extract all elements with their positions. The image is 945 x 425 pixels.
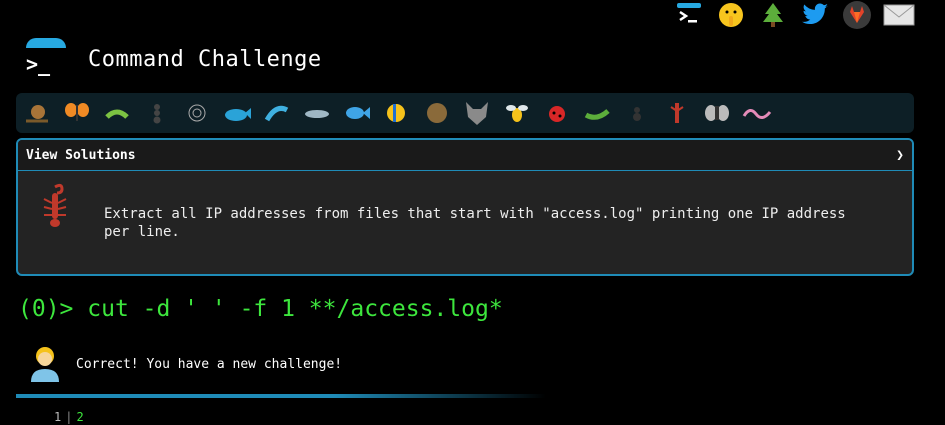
logo-icon[interactable]: >_	[24, 38, 66, 80]
result-message: Correct! You have a new challenge!	[28, 345, 342, 383]
line-number-1[interactable]: 1	[54, 410, 61, 424]
view-solutions-label: View Solutions	[26, 147, 136, 163]
dolphin-grey-icon[interactable]	[302, 98, 332, 128]
person-avatar-icon	[31, 347, 59, 382]
command-text: cut -d ' ' -f 1 **/access.log*	[87, 296, 503, 322]
challenge-bar	[16, 93, 914, 133]
butterfly-icon[interactable]	[62, 98, 92, 128]
pager-separator: |	[65, 410, 73, 424]
caterpillar-icon[interactable]	[582, 98, 612, 128]
chevron-right-icon: ❯	[896, 147, 904, 163]
tree-icon[interactable]	[757, 0, 789, 30]
mail-icon[interactable]	[883, 0, 915, 30]
page-title: Command Challenge	[88, 46, 322, 72]
dolphin-icon[interactable]	[262, 98, 292, 128]
line-number-current[interactable]: 2	[76, 410, 83, 424]
wolf-icon[interactable]	[462, 98, 492, 128]
site-header: >_ Command Challenge	[24, 38, 322, 80]
progress-bar	[16, 394, 546, 398]
worm-icon[interactable]	[742, 98, 772, 128]
twitter-icon[interactable]	[799, 0, 831, 30]
scorpion-icon	[43, 183, 67, 227]
whale-icon[interactable]	[222, 98, 252, 128]
social-links	[673, 0, 915, 30]
spider-icon[interactable]	[622, 98, 652, 128]
bug-icon[interactable]	[102, 98, 132, 128]
line-pager: 1 | 2	[54, 410, 84, 424]
ant-icon[interactable]	[142, 98, 172, 128]
fly-icon[interactable]	[702, 98, 732, 128]
prompt-label: (0)>	[18, 296, 88, 322]
scorpion-icon[interactable]	[662, 98, 692, 128]
gitlab-icon[interactable]	[841, 0, 873, 30]
view-solutions-toggle[interactable]: View Solutions ❯	[18, 140, 912, 171]
challenge-panel: View Solutions ❯ Extract all IP addresse…	[16, 138, 914, 276]
result-text: Correct! You have a new challenge!	[76, 356, 343, 372]
blowfish-icon[interactable]	[422, 98, 452, 128]
command-line[interactable]: (0)> cut -d ' ' -f 1 **/access.log*	[18, 296, 503, 322]
bee-icon[interactable]	[502, 98, 532, 128]
ladybug-icon[interactable]	[542, 98, 572, 128]
challenge-description: Extract all IP addresses from files that…	[104, 206, 846, 240]
fish-icon[interactable]	[342, 98, 372, 128]
terminal-icon[interactable]	[673, 0, 705, 30]
snail-icon[interactable]	[22, 98, 52, 128]
spider-web-icon[interactable]	[182, 98, 212, 128]
tropical-fish-icon[interactable]	[382, 98, 412, 128]
shush-emoji-icon[interactable]	[715, 0, 747, 30]
